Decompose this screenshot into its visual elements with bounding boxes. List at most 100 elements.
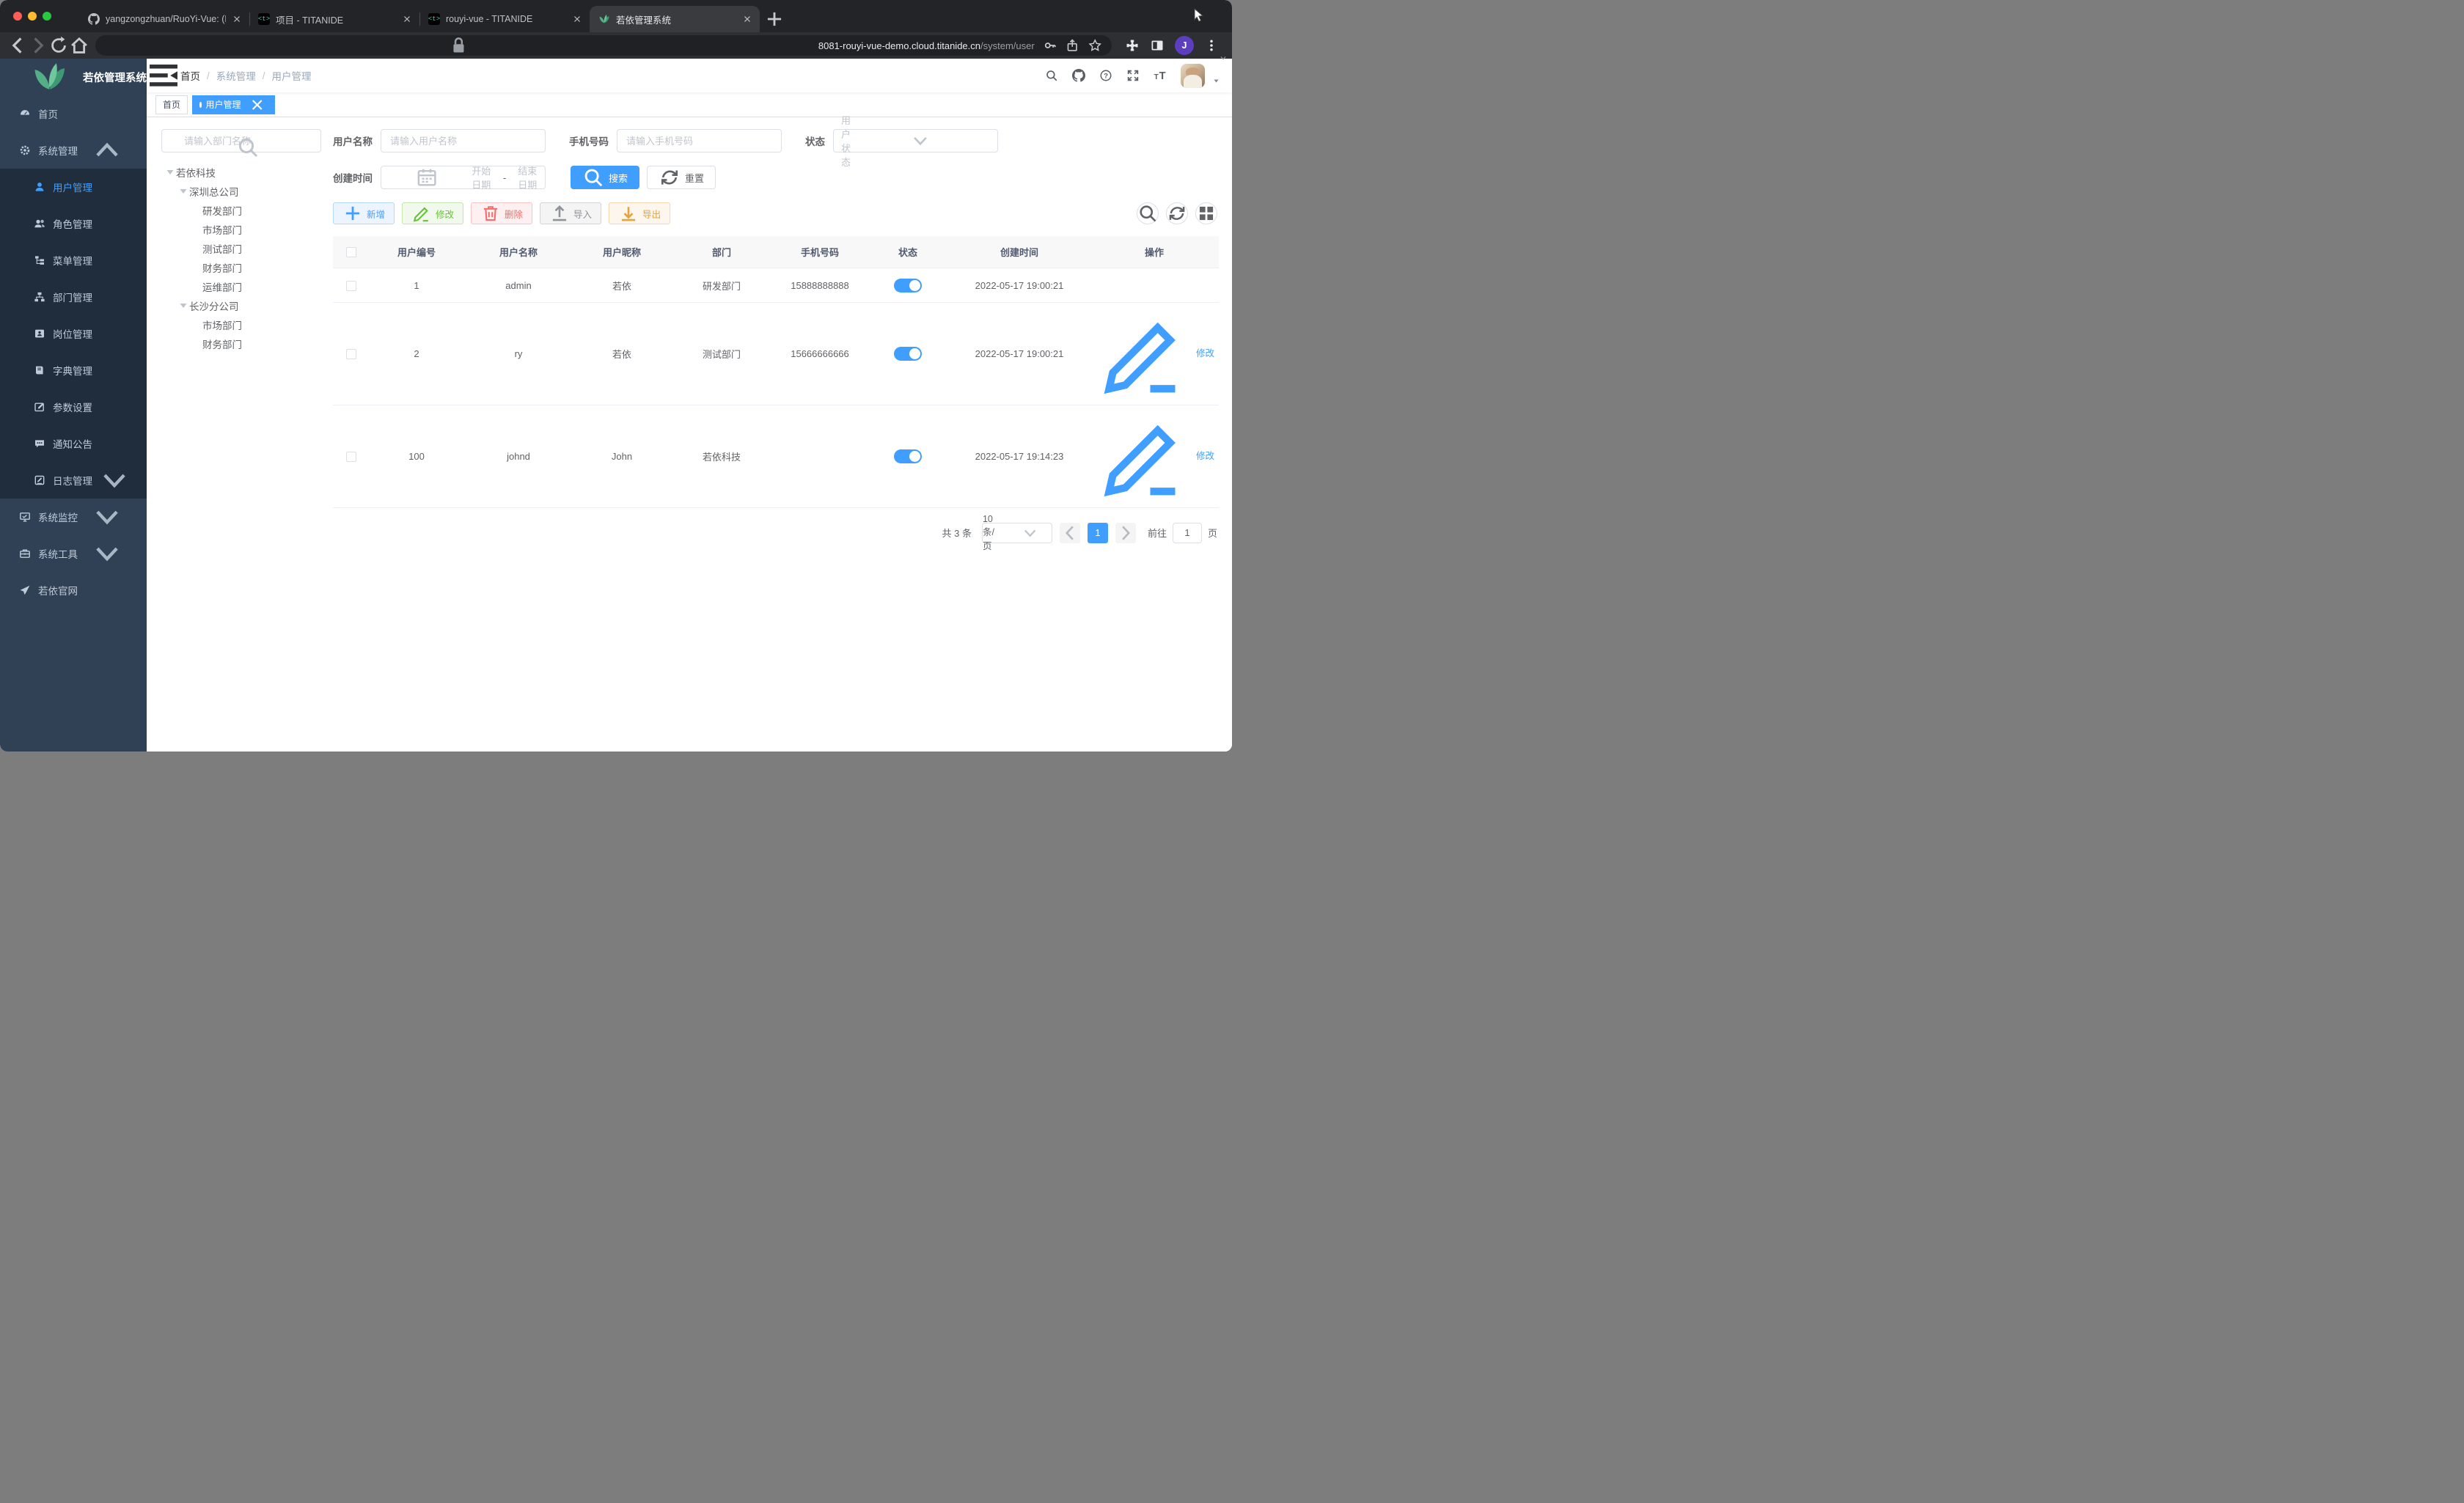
sidebar-item-参数设置[interactable]: 参数设置 (0, 389, 147, 425)
row-checkbox[interactable] (346, 452, 356, 463)
browser-tab[interactable]: yangzongzhuan/RuoYi-Vue: (Ru (79, 6, 249, 32)
user-avatar[interactable] (1181, 63, 1205, 88)
app-logo[interactable]: 若依管理系统 (0, 59, 147, 95)
tree-expand-caret-icon[interactable] (164, 163, 176, 182)
sidebar-item-菜单管理[interactable]: 菜单管理 (0, 242, 147, 279)
username-label: 用户名称 (333, 136, 373, 147)
select-all-checkbox[interactable] (346, 247, 356, 258)
tree-node-财务部门[interactable]: 财务部门 (161, 258, 321, 277)
sidebar-item-用户管理[interactable]: 用户管理 (0, 169, 147, 205)
tree-caret-spacer (191, 243, 202, 254)
tree-node-测试部门[interactable]: 测试部门 (161, 239, 321, 258)
extensions-button[interactable] (1125, 38, 1140, 53)
next-page-button[interactable] (1115, 522, 1136, 543)
column-settings-button[interactable] (1195, 202, 1217, 224)
sidebar-item-字典管理[interactable]: 字典管理 (0, 352, 147, 389)
tab-close-icon[interactable] (742, 6, 752, 32)
help-button[interactable]: ? (1099, 69, 1112, 82)
page-number-button[interactable]: 1 (1087, 522, 1108, 543)
date-range-picker[interactable]: 开始日期 - 结束日期 (381, 166, 546, 191)
sidebar-item-系统工具[interactable]: 系统工具 (0, 535, 147, 572)
row-edit-link[interactable]: 修改 (1094, 303, 1214, 403)
status-select[interactable]: 用户状态 (833, 115, 998, 168)
tree-node-财务部门[interactable]: 财务部门 (161, 334, 321, 353)
sidebar-item-通知公告[interactable]: 通知公告 (0, 425, 147, 462)
sidebar-item-label: 角色管理 (53, 219, 92, 230)
tab-close-icon[interactable] (402, 6, 412, 32)
add-button[interactable]: 新增 (333, 202, 395, 224)
sidebar-collapse-button[interactable] (147, 59, 180, 92)
tree-expand-caret-icon[interactable] (177, 296, 189, 315)
sidebar-item-首页[interactable]: 首页 (0, 95, 147, 132)
tab-close-icon[interactable] (232, 6, 242, 32)
password-key-button[interactable] (1044, 36, 1057, 55)
tree-node-市场部门[interactable]: 市场部门 (161, 315, 321, 334)
tree-node-若依科技[interactable]: 若依科技 (161, 163, 321, 182)
header-search-button[interactable] (1045, 69, 1058, 82)
back-button[interactable] (7, 35, 28, 56)
prev-page-button[interactable] (1059, 522, 1080, 543)
fullscreen-button[interactable] (1126, 69, 1140, 82)
sidebar-item-日志管理[interactable]: 日志管理 (0, 462, 147, 499)
edit-button[interactable]: 修改 (402, 202, 464, 224)
tree-node-长沙分公司[interactable]: 长沙分公司 (161, 296, 321, 315)
address-bar[interactable]: 8081-rouyi-vue-demo.cloud.titanide.cn/sy… (95, 35, 1112, 56)
avatar-caret-icon[interactable] (1212, 76, 1220, 84)
breadcrumb-item[interactable]: 首页 (180, 68, 200, 83)
minimize-window-button[interactable] (28, 12, 37, 21)
refresh-table-button[interactable] (1166, 202, 1188, 224)
tree-node-研发部门[interactable]: 研发部门 (161, 201, 321, 220)
status-toggle[interactable] (894, 346, 922, 361)
forward-button[interactable] (28, 35, 48, 56)
sidebar-item-系统监控[interactable]: 系统监控 (0, 499, 147, 535)
browser-tab[interactable]: <t> 项目 - TITANIDE (249, 6, 419, 32)
new-tab-button[interactable] (764, 9, 785, 29)
bookmark-star-button[interactable] (1088, 36, 1101, 55)
status-toggle[interactable] (894, 449, 922, 463)
row-edit-link[interactable]: 修改 (1094, 405, 1214, 505)
sidebar-item-角色管理[interactable]: 角色管理 (0, 205, 147, 242)
reset-button[interactable]: 重置 (647, 166, 716, 189)
phone-input[interactable] (617, 129, 782, 152)
search-button[interactable]: 搜索 (571, 166, 640, 189)
username-input[interactable] (381, 129, 546, 152)
tree-node-深圳总公司[interactable]: 深圳总公司 (161, 182, 321, 201)
browser-menu-button[interactable] (1204, 38, 1219, 53)
tag-首页[interactable]: 首页 (155, 95, 188, 114)
reload-button[interactable] (48, 35, 69, 56)
row-checkbox[interactable] (346, 349, 356, 360)
status-toggle[interactable] (894, 278, 922, 293)
page-size-select[interactable]: 10条/页 (981, 514, 1052, 551)
github-link-button[interactable] (1072, 69, 1085, 82)
tree-node-运维部门[interactable]: 运维部门 (161, 277, 321, 296)
upload-icon (549, 203, 570, 224)
share-button[interactable] (1066, 36, 1079, 55)
side-panel-button[interactable] (1150, 38, 1165, 53)
row-checkbox[interactable] (346, 280, 356, 291)
toggle-search-button[interactable] (1137, 202, 1159, 224)
browser-profile-avatar[interactable]: J (1175, 36, 1194, 55)
goto-page-input[interactable] (1172, 522, 1202, 543)
export-button[interactable]: 导出 (609, 202, 671, 224)
tree-expand-caret-icon[interactable] (177, 182, 189, 201)
tag-close-icon[interactable] (246, 96, 268, 114)
tag-用户管理[interactable]: 用户管理 (192, 95, 276, 114)
row-delete-link[interactable]: 删除 (1223, 405, 1232, 505)
sidebar-item-岗位管理[interactable]: 岗位管理 (0, 315, 147, 352)
toolbar-overflow-chevron[interactable] (1219, 53, 1228, 62)
row-delete-link[interactable]: 删除 (1223, 303, 1232, 403)
import-button[interactable]: 导入 (540, 202, 602, 224)
home-button[interactable] (69, 35, 89, 56)
delete-button[interactable]: 删除 (471, 202, 533, 224)
tree-node-市场部门[interactable]: 市场部门 (161, 220, 321, 239)
zoom-window-button[interactable] (43, 12, 51, 21)
font-size-button[interactable]: TT (1154, 69, 1167, 82)
tab-close-icon[interactable] (572, 6, 582, 32)
browser-tab[interactable]: 若依管理系统 (590, 6, 760, 32)
sidebar-item-部门管理[interactable]: 部门管理 (0, 279, 147, 315)
close-window-button[interactable] (13, 12, 22, 21)
sidebar-item-若依官网[interactable]: 若依官网 (0, 572, 147, 609)
sidebar-item-系统管理[interactable]: 系统管理 (0, 132, 147, 169)
column-header-创建时间: 创建时间 (949, 236, 1090, 268)
browser-tab[interactable]: <t> rouyi-vue - TITANIDE (419, 6, 590, 32)
